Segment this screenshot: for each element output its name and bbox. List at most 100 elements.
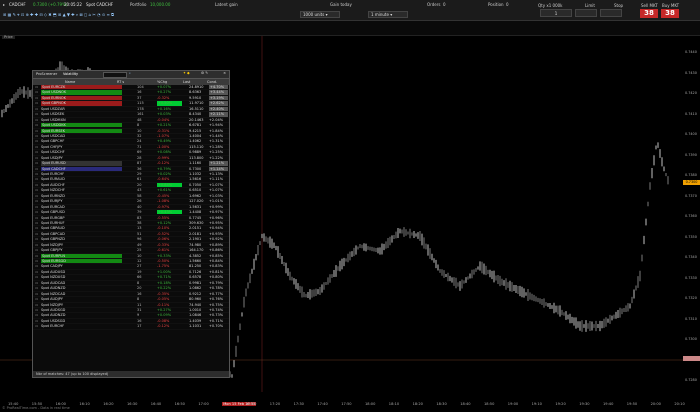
screener-tab-proscreener[interactable]: ProScreener bbox=[36, 72, 57, 76]
row-chart-icon[interactable]: ▭ bbox=[35, 232, 38, 236]
time-axis[interactable]: 15:40 15:50 16:00 16:10 16:20 16:30 16:40 16:50… bbox=[0, 402, 685, 408]
col-chg[interactable]: %Chg bbox=[157, 80, 167, 84]
screener-tab-volatility[interactable]: Volatility bbox=[63, 72, 78, 76]
col-cond[interactable]: Cond. bbox=[207, 80, 217, 84]
row-chart-icon[interactable]: ▭ bbox=[35, 275, 38, 279]
row-chart-icon[interactable]: ▭ bbox=[35, 177, 38, 181]
row-chart-icon[interactable]: ▭ bbox=[35, 172, 38, 176]
row-chart-icon[interactable]: ▭ bbox=[35, 118, 38, 122]
cell-chg: -0.12% bbox=[157, 161, 170, 166]
cell-rt: 48 bbox=[137, 117, 142, 122]
cell-cond: +0.74% bbox=[209, 307, 224, 312]
table-row[interactable]: ▭ Spot EURCHF 17 -0.12% 1.1031 +0.70% bbox=[33, 324, 229, 330]
row-chart-icon[interactable]: ▭ bbox=[35, 139, 38, 143]
cell-chg: -0.55% bbox=[157, 215, 170, 220]
sell-mkt-label: Sell MKT bbox=[641, 3, 658, 8]
cell-cond: +1.07% bbox=[209, 182, 224, 187]
cell-cond: +2.40% bbox=[209, 106, 228, 112]
row-chart-icon[interactable]: ▭ bbox=[35, 101, 38, 105]
row-chart-icon[interactable]: ▭ bbox=[35, 205, 38, 209]
row-chart-icon[interactable]: ▭ bbox=[35, 199, 38, 203]
cell-chg: -0.64% bbox=[157, 177, 170, 182]
y-tick-label: 0.7310 bbox=[685, 316, 697, 321]
units-select[interactable]: 1000 units ▾ bbox=[300, 11, 340, 18]
close-icon[interactable]: × bbox=[223, 71, 226, 75]
cell-last: 127.020 bbox=[189, 199, 204, 204]
col-last[interactable]: Last bbox=[183, 80, 190, 84]
row-chart-icon[interactable]: ▭ bbox=[35, 161, 38, 165]
sell-mkt-button[interactable]: 38 bbox=[640, 9, 658, 18]
row-chart-icon[interactable]: ▭ bbox=[35, 226, 38, 230]
cell-chg: +0.12% bbox=[157, 220, 172, 225]
price-axis[interactable]: 0.7440 0.7430 0.7420 0.7410 0.7400 0.7390 0.73… bbox=[683, 36, 700, 392]
limit-button[interactable] bbox=[575, 9, 597, 17]
screener-titlebar[interactable]: ProScreener Volatility ⌕ ✦ ◆ ⚙ ✎ × bbox=[33, 71, 229, 79]
time-label: 20:05:22 bbox=[64, 2, 82, 7]
proscreener-window[interactable]: ProScreener Volatility ⌕ ✦ ◆ ⚙ ✎ × Name … bbox=[32, 70, 230, 378]
row-chart-icon[interactable]: ▭ bbox=[35, 254, 38, 258]
cell-chg: +0.79% bbox=[157, 166, 172, 171]
row-chart-icon[interactable]: ▭ bbox=[35, 292, 38, 296]
cell-last: 113.800 bbox=[189, 155, 204, 160]
cell-cond: +2.04% bbox=[209, 117, 224, 122]
cell-last: 1.4039 bbox=[189, 318, 202, 323]
instrument-icon[interactable]: ▸ bbox=[3, 2, 5, 7]
row-chart-icon[interactable]: ▭ bbox=[35, 259, 38, 263]
col-name[interactable]: Name bbox=[65, 80, 75, 84]
row-chart-icon[interactable]: ▭ bbox=[35, 188, 38, 192]
cell-name: Spot CADJPY bbox=[41, 264, 63, 269]
search-icon[interactable]: ⌕ bbox=[129, 71, 131, 75]
row-chart-icon[interactable]: ▭ bbox=[35, 248, 38, 252]
row-chart-icon[interactable]: ▭ bbox=[35, 319, 38, 323]
row-chart-icon[interactable]: ▭ bbox=[35, 167, 38, 171]
row-chart-icon[interactable]: ▭ bbox=[35, 96, 38, 100]
row-chart-icon[interactable]: ▭ bbox=[35, 286, 38, 290]
row-chart-icon[interactable]: ▭ bbox=[35, 194, 38, 198]
row-chart-icon[interactable]: ▭ bbox=[35, 270, 38, 274]
row-chart-icon[interactable]: ▭ bbox=[35, 243, 38, 247]
buy-mkt-button[interactable]: 38 bbox=[661, 9, 679, 18]
cell-last: 1.0862 bbox=[189, 286, 202, 291]
row-chart-icon[interactable]: ▭ bbox=[35, 134, 38, 138]
row-chart-icon[interactable]: ▭ bbox=[35, 107, 38, 111]
symbol-label[interactable]: CADCHF bbox=[9, 2, 26, 7]
row-chart-icon[interactable]: ▭ bbox=[35, 112, 38, 116]
row-chart-icon[interactable]: ▭ bbox=[35, 183, 38, 187]
row-chart-icon[interactable]: ▭ bbox=[35, 210, 38, 214]
screener-search-input[interactable] bbox=[103, 72, 127, 78]
row-chart-icon[interactable]: ▭ bbox=[35, 297, 38, 301]
row-chart-icon[interactable]: ▭ bbox=[35, 264, 38, 268]
cell-name: Spot NZDCHF bbox=[41, 188, 65, 193]
row-chart-icon[interactable]: ▭ bbox=[35, 221, 38, 225]
row-chart-icon[interactable]: ▭ bbox=[35, 129, 38, 133]
row-chart-icon[interactable]: ▭ bbox=[35, 303, 38, 307]
row-chart-icon[interactable]: ▭ bbox=[35, 308, 38, 312]
row-chart-icon[interactable]: ▭ bbox=[35, 156, 38, 160]
y-tick-label: 0.7320 bbox=[685, 296, 697, 300]
timeframe-select[interactable]: 1 minute ▾ bbox=[368, 11, 408, 18]
row-chart-icon[interactable]: ▭ bbox=[35, 237, 38, 241]
row-chart-icon[interactable]: ▭ bbox=[35, 216, 38, 220]
x-tick-label: 18:20 bbox=[412, 402, 423, 406]
row-chart-icon[interactable]: ▭ bbox=[35, 150, 38, 154]
row-chart-icon[interactable]: ▭ bbox=[35, 145, 38, 149]
stop-button[interactable] bbox=[600, 9, 622, 17]
cell-last: 6.6781 bbox=[189, 123, 202, 128]
y-tick-label: 0.7400 bbox=[685, 132, 697, 136]
settings-icon[interactable]: ⚙ ✎ bbox=[201, 71, 208, 75]
row-chart-icon[interactable]: ▭ bbox=[35, 313, 38, 317]
gain-today-label: Gain today bbox=[330, 2, 352, 7]
cell-chg: -0.50% bbox=[157, 259, 170, 263]
toolbar-icons[interactable]: ⊞ ▦ ✎ ⌖ ⊡ ⊕ ✚ ✚ ⊟ ◇ ✖ ⬒ ⊞ ▲ ▼ ✚ ⌕ ⊠ ◻ ⌂ … bbox=[3, 12, 114, 17]
alert-icon[interactable]: ✦ ◆ bbox=[183, 71, 190, 75]
qty-input[interactable]: 1 bbox=[540, 9, 572, 17]
col-rt[interactable]: RT s bbox=[117, 80, 124, 84]
row-chart-icon[interactable]: ▭ bbox=[35, 281, 38, 285]
row-chart-icon[interactable]: ▭ bbox=[35, 85, 38, 89]
row-chart-icon[interactable]: ▭ bbox=[35, 123, 38, 127]
y-tick-label: 0.7300 bbox=[685, 337, 697, 341]
y-tick-label: 0.7420 bbox=[685, 91, 697, 95]
row-chart-icon[interactable]: ▭ bbox=[35, 324, 38, 328]
cell-rt: 79 bbox=[137, 210, 142, 215]
row-chart-icon[interactable]: ▭ bbox=[35, 90, 38, 94]
